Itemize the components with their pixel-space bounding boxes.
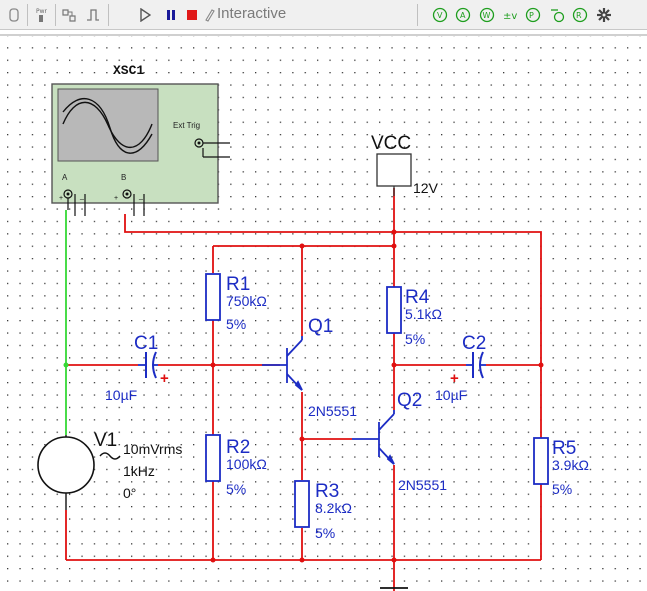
q2-model: 2N5551 bbox=[398, 477, 447, 493]
svg-text:W: W bbox=[483, 11, 491, 20]
v1-phase: 0° bbox=[123, 485, 136, 501]
voltmeter-icon[interactable]: V bbox=[430, 5, 450, 25]
r5-name: R5 bbox=[552, 438, 576, 459]
schematic-canvas[interactable]: XSC1 Ext Trig A B + + _ _ VCC 12V R1 750… bbox=[0, 36, 647, 591]
r3-value: 8.2kΩ bbox=[315, 500, 352, 516]
vcc-box bbox=[376, 153, 412, 187]
voltage-diff-icon[interactable]: ±v bbox=[500, 5, 520, 25]
r5-tolerance: 5% bbox=[552, 481, 572, 497]
r4-name: R4 bbox=[405, 287, 430, 308]
probe-settings-icon[interactable] bbox=[594, 5, 614, 25]
q1-name: Q1 bbox=[308, 316, 333, 337]
c2-polarity: + bbox=[450, 370, 459, 387]
resistor-r1[interactable] bbox=[205, 273, 221, 321]
stop-icon[interactable] bbox=[185, 5, 199, 25]
r5-value: 3.9kΩ bbox=[552, 457, 589, 473]
c2-name: C2 bbox=[462, 333, 486, 354]
svg-text:A: A bbox=[460, 11, 466, 20]
r4-tolerance: 5% bbox=[405, 331, 425, 347]
c1-value: 10µF bbox=[105, 387, 137, 403]
c2-value: 10µF bbox=[435, 387, 467, 403]
channel-b-label: B bbox=[121, 173, 126, 182]
svg-text:+: + bbox=[114, 195, 118, 202]
svg-text:R: R bbox=[576, 11, 582, 20]
channel-a-label: A bbox=[62, 173, 68, 182]
vcc-value: 12V bbox=[413, 180, 439, 196]
resistor-r4[interactable] bbox=[386, 286, 402, 334]
scope-name: XSC1 bbox=[113, 63, 144, 78]
q1-model: 2N5551 bbox=[308, 403, 357, 419]
c1-name: C1 bbox=[134, 333, 158, 354]
simulation-toolbar: Pwr Interactive V A W ±v P R bbox=[0, 0, 647, 30]
vcc-label: VCC bbox=[371, 133, 411, 154]
play-icon[interactable] bbox=[137, 5, 153, 25]
reference-probe-icon[interactable]: R bbox=[570, 5, 590, 25]
oscilloscope-xsc1[interactable]: XSC1 Ext Trig A B + + _ _ bbox=[51, 63, 230, 216]
r4-value: 5.1kΩ bbox=[405, 306, 442, 322]
current-probe-icon[interactable] bbox=[547, 5, 567, 25]
ext-trig-label: Ext Trig bbox=[173, 121, 200, 130]
v1-name: V1 bbox=[94, 430, 117, 451]
junction-green bbox=[63, 362, 69, 368]
wire-icon[interactable] bbox=[84, 5, 102, 25]
power-probe-icon[interactable]: P bbox=[523, 5, 543, 25]
r3-name: R3 bbox=[315, 481, 339, 502]
svg-text:_: _ bbox=[138, 193, 143, 200]
svg-text:_: _ bbox=[79, 193, 84, 200]
svg-text:Pwr: Pwr bbox=[36, 8, 47, 15]
r1-value: 750kΩ bbox=[226, 293, 267, 309]
interactive-icon bbox=[202, 5, 216, 25]
ammeter-icon[interactable]: A bbox=[453, 5, 473, 25]
svg-text:P: P bbox=[529, 11, 534, 20]
probe-icon[interactable] bbox=[6, 5, 22, 25]
component-icon[interactable] bbox=[60, 5, 78, 25]
svg-text:±v: ±v bbox=[503, 11, 517, 22]
r2-value: 100kΩ bbox=[226, 456, 267, 472]
svg-text:V: V bbox=[437, 11, 443, 20]
r3-tolerance: 5% bbox=[315, 525, 335, 541]
resistor-r2[interactable] bbox=[205, 434, 221, 482]
v1-amplitude: 10mVrms bbox=[123, 441, 182, 457]
svg-text:+: + bbox=[59, 195, 63, 202]
power-icon[interactable]: Pwr bbox=[33, 5, 49, 25]
resistor-r5[interactable] bbox=[533, 437, 549, 485]
r1-name: R1 bbox=[226, 274, 250, 295]
v1-frequency: 1kHz bbox=[123, 463, 155, 479]
r2-tolerance: 5% bbox=[226, 481, 246, 497]
wattmeter-icon[interactable]: W bbox=[477, 5, 497, 25]
pause-icon[interactable] bbox=[164, 5, 178, 25]
c1-polarity: + bbox=[160, 370, 169, 387]
r1-tolerance: 5% bbox=[226, 316, 246, 332]
interactive-mode-label: Interactive bbox=[217, 5, 287, 22]
resistor-r3[interactable] bbox=[294, 480, 310, 528]
q2-name: Q2 bbox=[397, 390, 422, 411]
r2-name: R2 bbox=[226, 437, 250, 458]
